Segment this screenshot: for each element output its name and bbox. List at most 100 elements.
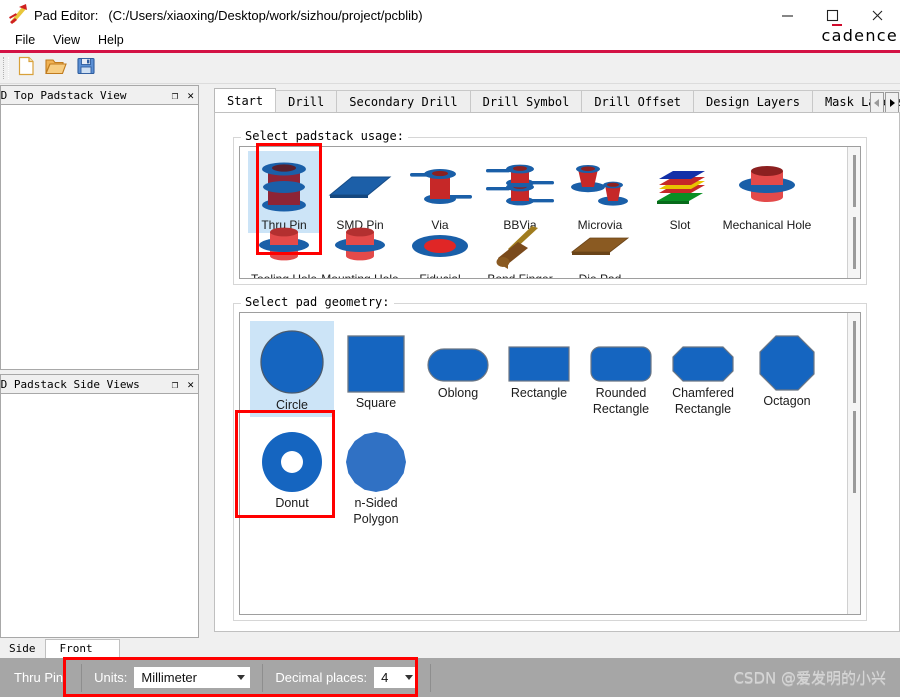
padstack-item-slot[interactable]: Slot — [640, 151, 720, 233]
geometry-item-rectangle[interactable]: Rectangle — [498, 321, 580, 417]
dock-float-icon[interactable]: ❐ — [172, 379, 179, 390]
status-decimal-pane: Decimal places: 4 — [263, 658, 430, 697]
geometry-item-rounded-rectangle[interactable]: Rounded Rectangle — [580, 321, 662, 417]
save-file-button[interactable] — [72, 55, 100, 81]
pad-geometry-row-1: Circle Square Oblong Rectangle Rounded R… — [250, 321, 830, 417]
geometry-item-donut[interactable]: Donut — [250, 425, 334, 527]
octagon-shape-icon — [759, 335, 815, 391]
tab-side[interactable]: Side — [0, 640, 45, 658]
tab-strip: Start Drill Secondary Drill Drill Symbol… — [214, 88, 900, 113]
cadence-logo-accent: a — [831, 26, 843, 45]
tab-drill[interactable]: Drill — [275, 90, 338, 113]
padstack-usage-scrollbar[interactable] — [847, 147, 860, 278]
padstack-item-fiducial[interactable]: Fiducial — [400, 219, 480, 279]
csdn-watermark: CSDN @爱发明的小兴 — [733, 669, 886, 687]
padstack-label: Mounting Hole — [321, 272, 399, 279]
menu-view[interactable]: View — [44, 31, 89, 49]
padstack-item-mechanical-hole[interactable]: Mechanical Hole — [720, 151, 814, 233]
geometry-label: n-Sided Polygon — [353, 496, 399, 526]
tab-drill-symbol[interactable]: Drill Symbol — [469, 90, 583, 113]
padstack-item-bond-finger[interactable]: Bond Finger — [480, 219, 560, 279]
tooling-hole-icon — [250, 222, 318, 270]
scroll-left-icon — [873, 98, 881, 108]
scroll-right-button[interactable] — [885, 92, 899, 113]
dock-close-icon[interactable]: ✕ — [187, 90, 194, 101]
dock-canvas-top-view[interactable] — [0, 104, 199, 370]
padstack-item-mounting-hole[interactable]: Mounting Hole — [320, 219, 400, 279]
padstack-label: Bond Finger — [487, 272, 553, 279]
circle-shape-icon — [258, 329, 326, 395]
tab-design-layers[interactable]: Design Layers — [693, 90, 813, 113]
status-padstack-type: Thru Pin — [14, 670, 64, 685]
padstack-usage-row-2: Tooling Hole Mounting Hole Fiducial Bond… — [248, 219, 640, 279]
rounded-rectangle-shape-icon — [590, 345, 652, 383]
thru-pin-icon — [253, 154, 315, 216]
tab-secondary-drill[interactable]: Secondary Drill — [336, 90, 471, 113]
geometry-item-oblong[interactable]: Oblong — [418, 321, 498, 417]
geometry-item-octagon[interactable]: Octagon — [744, 321, 830, 417]
new-file-button[interactable] — [12, 55, 40, 81]
window-path: (C:/Users/xiaoxing/Desktop/work/sizhou/p… — [108, 7, 423, 23]
decimal-places-value: 4 — [381, 670, 389, 685]
pad-geometry-list[interactable]: Circle Square Oblong Rectangle Rounded R… — [239, 312, 861, 615]
geometry-label: Octagon — [763, 394, 811, 408]
geometry-label: Oblong — [437, 386, 479, 400]
geometry-item-circle[interactable]: Circle — [250, 321, 334, 417]
dock-title-bar: 2D Padstack Side Views ❐ ✕ — [0, 374, 199, 393]
scroll-right-icon — [888, 98, 896, 108]
geometry-item-n-sided-polygon[interactable]: n-Sided Polygon — [334, 425, 418, 527]
via-icon — [402, 154, 478, 216]
content-area: Start Drill Secondary Drill Drill Symbol… — [214, 85, 900, 632]
dock-float-icon[interactable]: ❐ — [172, 90, 179, 101]
padstack-label: Tooling Hole — [250, 272, 318, 279]
scrollbar-thumb[interactable] — [853, 321, 856, 403]
minimize-button[interactable] — [765, 0, 810, 30]
dock-2d-top-padstack-view: 2D Top Padstack View ❐ ✕ — [0, 85, 199, 370]
smd-pin-icon — [324, 154, 396, 216]
units-value: Millimeter — [141, 670, 197, 685]
oblong-shape-icon — [427, 347, 489, 383]
cadence-logo-pre: c — [821, 26, 832, 45]
tab-start[interactable]: Start — [214, 88, 277, 113]
main-toolbar — [0, 53, 900, 84]
geometry-label: Rounded Rectangle — [592, 386, 650, 416]
title-bar: Pad Editor: (C:/Users/xiaoxing/Desktop/w… — [0, 0, 900, 30]
new-file-icon — [15, 55, 37, 82]
menu-file[interactable]: File — [6, 31, 44, 49]
group-select-pad-geometry: Select pad geometry: Circle Square Oblon… — [233, 295, 867, 621]
scrollbar-track-mark[interactable] — [853, 411, 856, 493]
menu-help[interactable]: Help — [89, 31, 133, 49]
padstack-label: Die Pad — [578, 272, 622, 279]
tab-drill-offset[interactable]: Drill Offset — [581, 90, 695, 113]
geometry-item-chamfered-rectangle[interactable]: Chamfered Rectangle — [662, 321, 744, 417]
cadence-logo: cadence — [822, 26, 899, 45]
padstack-item-tooling-hole[interactable]: Tooling Hole — [248, 219, 320, 279]
square-shape-icon — [347, 335, 405, 393]
padstack-usage-list[interactable]: Thru Pin SMD Pin Via BBVia Microvia Slot… — [239, 146, 861, 279]
microvia-icon — [560, 154, 640, 216]
n-sided-polygon-shape-icon — [345, 431, 407, 493]
scrollbar-thumb[interactable] — [853, 155, 856, 207]
die-pad-icon — [564, 222, 636, 270]
dock-title-bar: 2D Top Padstack View ❐ ✕ — [0, 85, 199, 104]
geometry-item-square[interactable]: Square — [334, 321, 418, 417]
padstack-item-die-pad[interactable]: Die Pad — [560, 219, 640, 279]
units-combobox[interactable]: Millimeter — [134, 667, 251, 688]
tab-front[interactable]: Front — [44, 639, 120, 658]
tab-scroll-buttons — [870, 92, 899, 113]
dock-canvas-side-views[interactable] — [0, 393, 199, 638]
scrollbar-track-mark[interactable] — [853, 217, 856, 269]
pad-geometry-scrollbar[interactable] — [847, 313, 860, 614]
dock-close-icon[interactable]: ✕ — [187, 379, 194, 390]
padstack-label: Fiducial — [419, 272, 461, 279]
dock-title-label: 2D Padstack Side Views — [0, 377, 140, 391]
toolbar-grip[interactable] — [3, 57, 9, 79]
group-label-pad-geometry: Select pad geometry: — [241, 295, 394, 309]
tab-page-start: Select padstack usage: Thru Pin SMD Pin … — [214, 112, 900, 632]
chevron-down-icon — [405, 675, 414, 680]
scroll-left-button[interactable] — [870, 92, 884, 113]
open-file-button[interactable] — [42, 55, 70, 81]
rectangle-shape-icon — [508, 345, 570, 383]
padstack-label: Slot — [669, 218, 691, 232]
decimal-places-combobox[interactable]: 4 — [374, 667, 419, 688]
